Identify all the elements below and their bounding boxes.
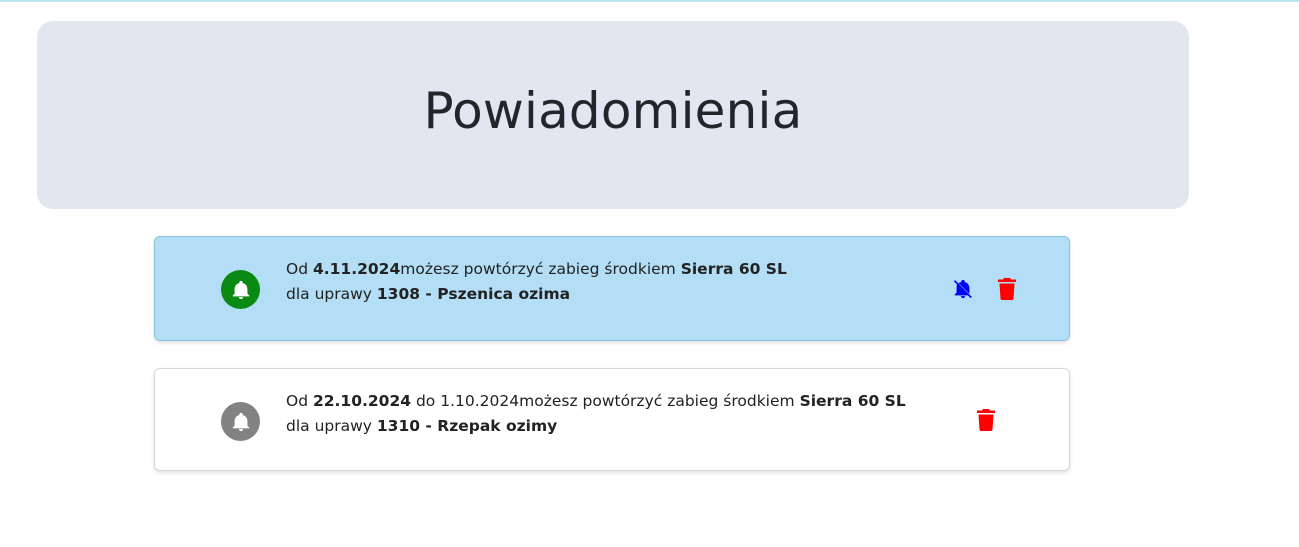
notification-line-1: Od 22.10.2024 do 1.10.2024możesz powtórz… <box>286 389 906 414</box>
text-body: możesz powtórzyć zabieg środkiem <box>400 260 681 278</box>
notification-line-2: dla uprawy 1308 - Pszenica ozima <box>286 282 787 307</box>
top-border-line <box>0 0 1299 2</box>
text-prefix: Od <box>286 260 313 278</box>
bell-icon <box>221 270 260 309</box>
bell-slash-icon <box>953 279 972 299</box>
text-prefix: dla uprawy <box>286 417 377 435</box>
text-prefix: dla uprawy <box>286 285 377 303</box>
date-to: 1.10.2024 <box>440 392 520 410</box>
trash-icon <box>998 278 1016 300</box>
page-title: Powiadomienia <box>423 82 803 140</box>
crop-name: 1308 - Pszenica ozima <box>376 285 571 303</box>
text-body: możesz powtórzyć zabieg środkiem <box>519 392 800 410</box>
notification-text: Od 22.10.2024 do 1.10.2024możesz powtórz… <box>286 389 906 439</box>
crop-name: 1310 - Rzepak ozimy <box>376 417 558 435</box>
notification-line-1: Od 4.11.2024możesz powtórzyć zabieg środ… <box>286 257 787 282</box>
text-prefix: Od <box>286 392 313 410</box>
product-name: Sierra 60 SL <box>680 260 787 278</box>
delete-notification-button[interactable] <box>974 407 998 433</box>
product-name: Sierra 60 SL <box>799 392 906 410</box>
notification-card-active: Od 4.11.2024możesz powtórzyć zabieg środ… <box>154 236 1070 341</box>
text-mid: do <box>411 392 441 410</box>
date-from: 22.10.2024 <box>312 392 412 410</box>
mute-notification-button[interactable] <box>951 276 975 302</box>
notification-line-2: dla uprawy 1310 - Rzepak ozimy <box>286 414 906 439</box>
trash-icon <box>977 409 995 431</box>
notification-text: Od 4.11.2024możesz powtórzyć zabieg środ… <box>286 257 787 307</box>
delete-notification-button[interactable] <box>995 276 1019 302</box>
date-from: 4.11.2024 <box>312 260 401 278</box>
bell-icon <box>221 402 260 441</box>
notification-card-inactive: Od 22.10.2024 do 1.10.2024możesz powtórz… <box>154 368 1070 471</box>
page-header: Powiadomienia <box>37 21 1189 209</box>
